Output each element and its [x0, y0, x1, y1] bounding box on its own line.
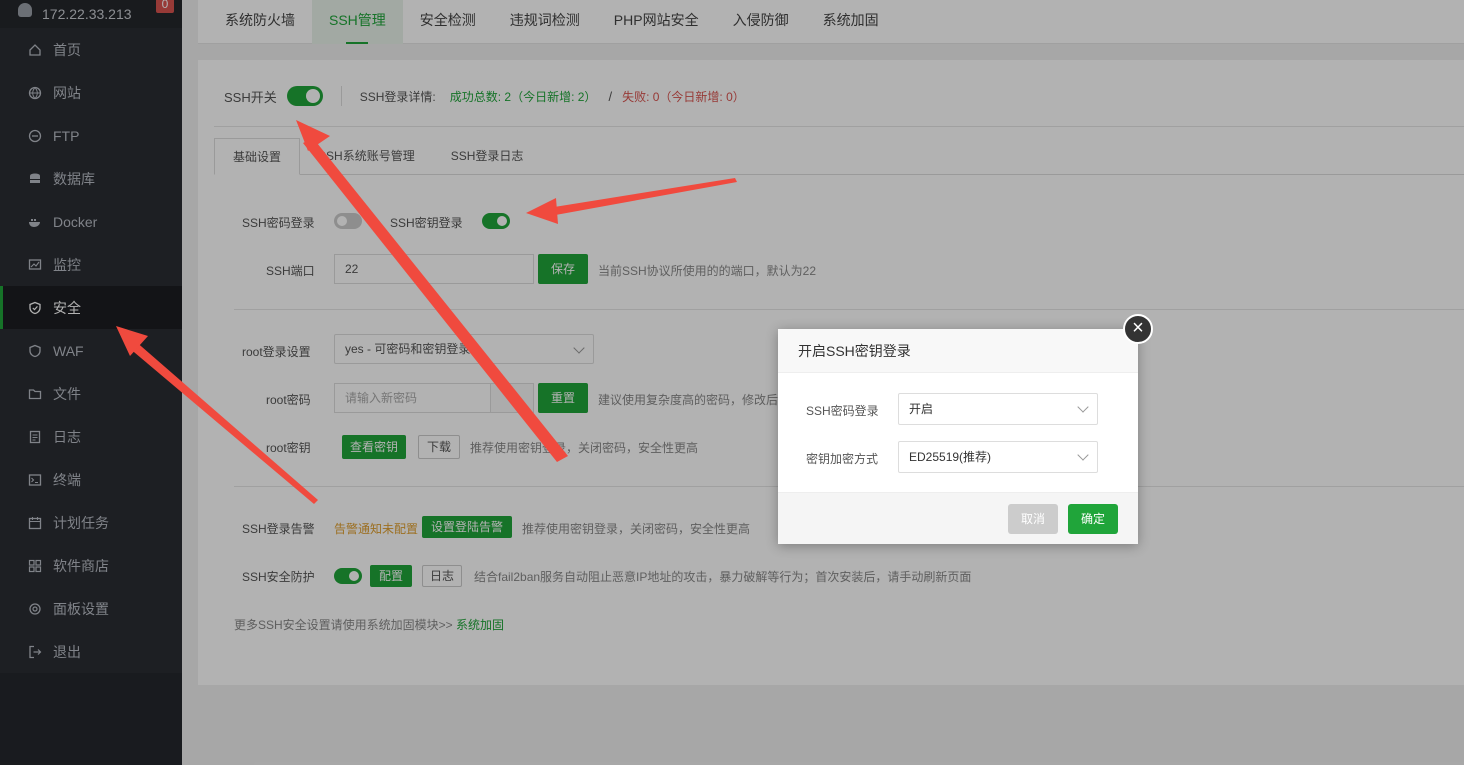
dialog-title: 开启SSH密钥登录	[778, 329, 1138, 373]
dialog-encryption-select[interactable]: ED25519(推荐)	[898, 441, 1098, 473]
confirm-button[interactable]: 确定	[1068, 504, 1118, 534]
ssh-key-login-dialog: 开启SSH密钥登录 × SSH密码登录 开启 密钥加密方式 ED25519(推荐…	[778, 314, 1153, 544]
close-button[interactable]: ×	[1123, 314, 1153, 344]
dialog-password-login-label: SSH密码登录	[806, 404, 879, 418]
chevron-down-icon	[1077, 449, 1089, 461]
cancel-button[interactable]: 取消	[1008, 504, 1058, 534]
chevron-down-icon	[1077, 401, 1089, 413]
close-icon: ×	[1132, 317, 1144, 339]
dialog-password-login-value: 开启	[909, 402, 934, 416]
modal-overlay[interactable]	[0, 0, 1464, 765]
dialog-encryption-value: ED25519(推荐)	[909, 450, 992, 464]
dialog-footer: 取消 确定	[778, 492, 1138, 544]
dialog-encryption-label: 密钥加密方式	[806, 452, 879, 466]
dialog-password-login-select[interactable]: 开启	[898, 393, 1098, 425]
